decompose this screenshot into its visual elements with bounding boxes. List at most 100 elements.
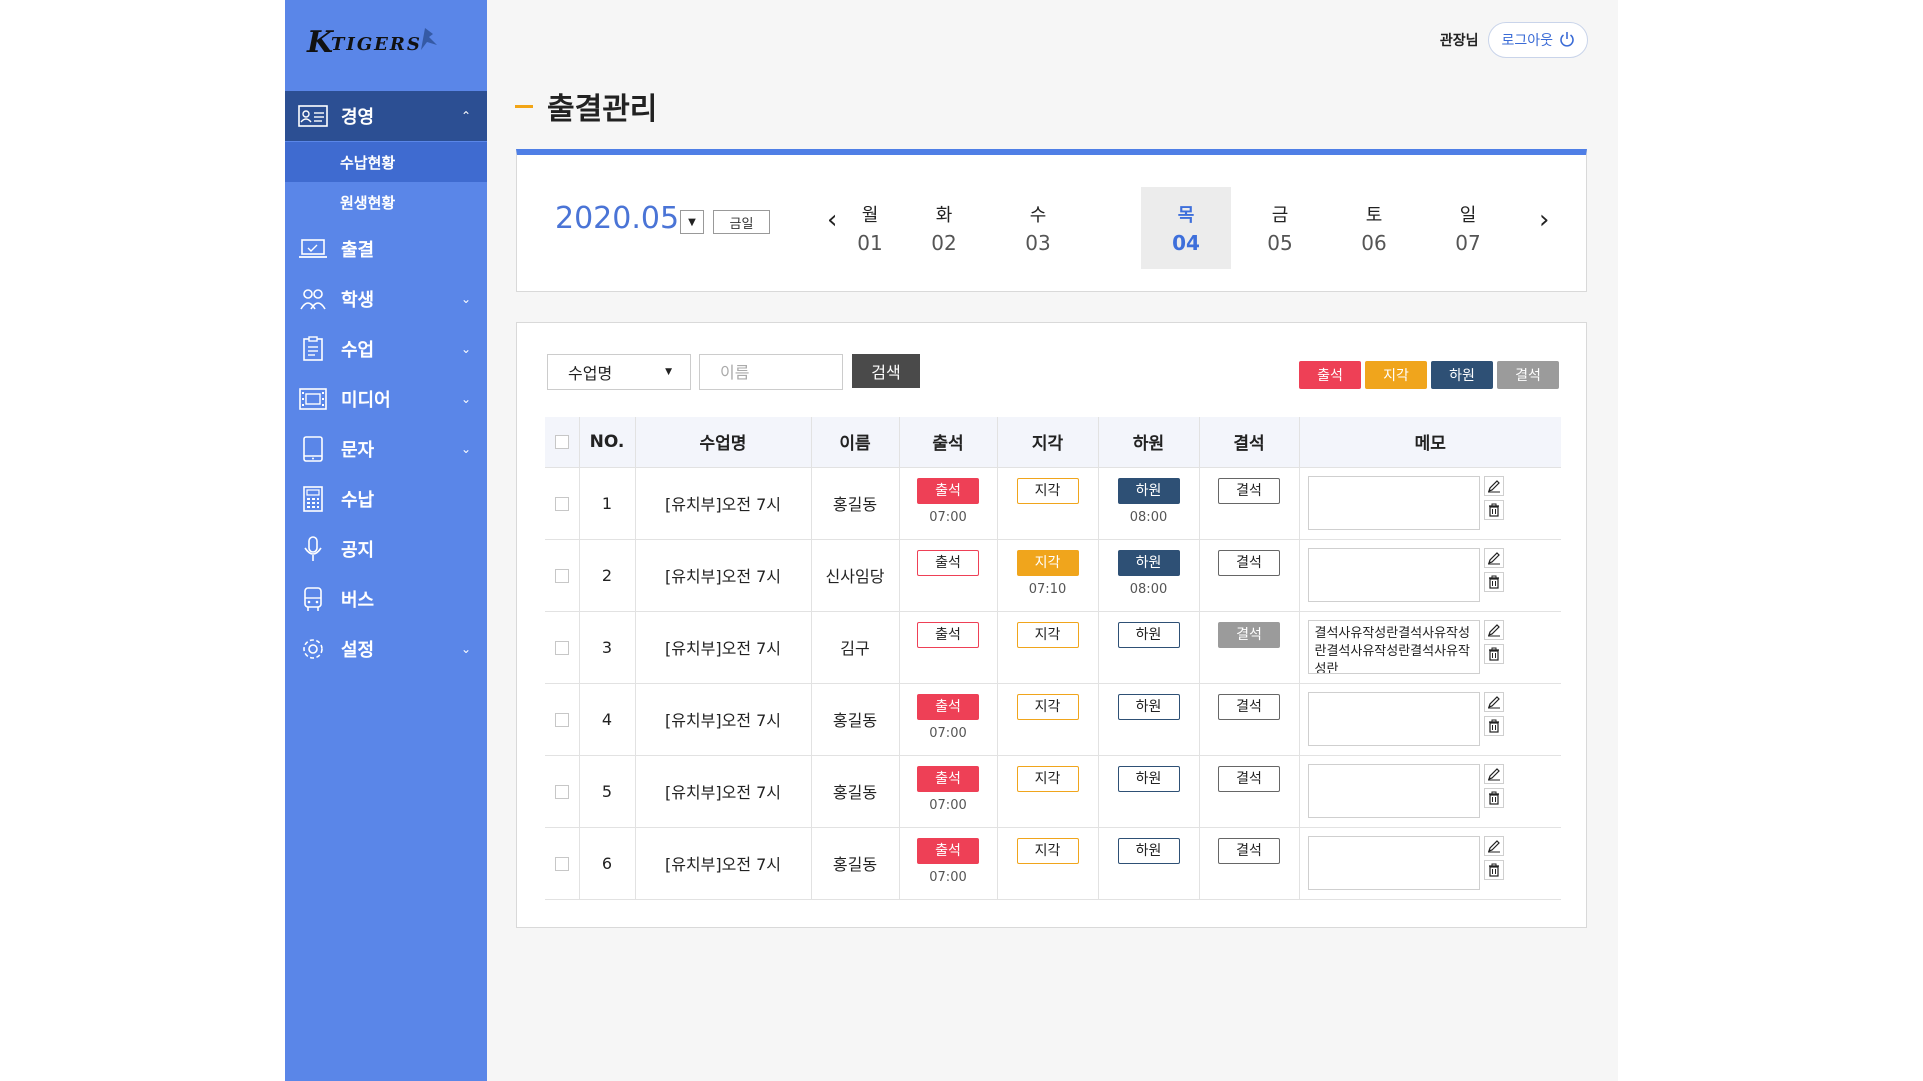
attend-cell: 출석 07:00 [899,755,998,828]
day-number: 03 [1025,231,1051,255]
day-number: 02 [931,231,957,255]
leave-button[interactable]: 하원 [1117,477,1180,504]
column-header: 출석 [899,417,998,468]
today-button[interactable]: 금일 [713,210,770,234]
late-button[interactable]: 지각 [1016,765,1079,792]
logout-button[interactable]: 로그아웃 [1488,22,1588,58]
row-checkbox-cell [545,539,580,612]
day-cell[interactable]: 화 02 [899,187,989,269]
row-checkbox[interactable] [554,497,569,511]
logout-label: 로그아웃 [1501,32,1553,48]
leave-cell: 하원 [1098,683,1200,756]
sidebar-item-payment[interactable]: 수납 [285,474,487,524]
sidebar-item-settings[interactable]: 설정 ⌄ [285,624,487,674]
brand-logo[interactable]: K TIGERS [305,18,465,66]
attend-button[interactable]: 출석 [917,549,979,576]
attend-button[interactable]: 출석 [917,621,979,648]
memo-field[interactable] [1307,691,1480,746]
absent-button[interactable]: 결석 [1218,549,1280,576]
day-cell[interactable]: 토 06 [1329,187,1419,269]
sidebar-item-notice[interactable]: 공지 [285,524,487,574]
edit-icon[interactable] [1483,691,1504,712]
late-button[interactable]: 지각 [1016,837,1079,864]
absent-button[interactable]: 결석 [1218,837,1280,864]
day-cell[interactable]: 일 07 [1423,187,1513,269]
class-select[interactable]: 수업명 ▼ [547,354,691,390]
sidebar-item-label: 수납 [341,490,375,511]
absent-button[interactable]: 결석 [1218,621,1280,648]
sidebar-subitem-payment-status[interactable]: 수납현황 [285,142,487,182]
edit-icon[interactable] [1483,475,1504,496]
class-name: [유치부]오전 7시 [635,827,812,900]
row-checkbox[interactable] [554,569,569,583]
trash-icon[interactable] [1483,787,1504,808]
name-search-input[interactable] [699,354,843,390]
late-button[interactable]: 지각 [1016,477,1079,504]
sidebar-item-classes[interactable]: 수업 ⌄ [285,324,487,374]
sidebar-item-label: 문자 [341,440,375,461]
day-of-week: 수 [1029,205,1047,226]
sidebar-item-management[interactable]: 경영 ⌃ [285,91,487,141]
chevron-down-icon: ⌄ [460,442,471,456]
edit-icon[interactable] [1483,547,1504,568]
row-checkbox[interactable] [554,785,569,799]
month-dropdown[interactable]: ▼ [680,210,704,234]
trash-icon[interactable] [1483,859,1504,880]
edit-icon[interactable] [1483,835,1504,856]
student-name: 김구 [811,611,900,684]
sidebar-item-label: 버스 [341,590,375,611]
sidebar-item-students[interactable]: 학생 ⌄ [285,274,487,324]
late-button[interactable]: 지각 [1016,621,1079,648]
day-cell[interactable]: 수 03 [993,187,1083,269]
memo-field[interactable] [1307,547,1480,602]
memo-field[interactable] [1307,763,1480,818]
sidebar-item-attendance[interactable]: 출결 [285,224,487,274]
sidebar-item-label: 학생 [341,290,375,311]
leave-button[interactable]: 하원 [1117,549,1180,576]
sidebar-item-bus[interactable]: 버스 [285,574,487,624]
title-accent [515,104,533,108]
day-cell[interactable]: 금 05 [1235,187,1325,269]
sidebar-item-media[interactable]: 미디어 ⌄ [285,374,487,424]
trash-icon[interactable] [1483,643,1504,664]
absent-button[interactable]: 결석 [1218,765,1280,792]
sidebar-item-sms[interactable]: 문자 ⌄ [285,424,487,474]
sidebar-item-label: 공지 [341,540,375,561]
memo-cell [1299,467,1561,540]
leave-button[interactable]: 하원 [1117,765,1180,792]
day-cell-selected[interactable]: 목 04 [1141,187,1231,269]
attendance-table: NO. 수업명 이름 출석 지각 하원 결석 메모 1 [유치부]오전 7시 홍길동… [545,417,1561,900]
memo-field[interactable] [1307,475,1480,530]
attend-button[interactable]: 출석 [917,837,979,864]
select-all-checkbox[interactable] [554,434,569,449]
memo-field[interactable] [1307,835,1480,890]
late-button[interactable]: 지각 [1016,693,1079,720]
leave-button[interactable]: 하원 [1117,621,1180,648]
chevron-down-icon: ⌄ [460,392,471,406]
absent-cell: 결석 [1199,683,1300,756]
edit-icon[interactable] [1483,763,1504,784]
next-week-button[interactable]: › [1539,205,1549,235]
absent-button[interactable]: 결석 [1218,477,1280,504]
trash-icon[interactable] [1483,499,1504,520]
row-checkbox[interactable] [554,641,569,655]
trash-icon[interactable] [1483,571,1504,592]
leave-button[interactable]: 하원 [1117,837,1180,864]
late-button[interactable]: 지각 [1016,549,1079,576]
absent-button[interactable]: 결석 [1218,693,1280,720]
caret-down-icon: ▼ [688,216,696,228]
memo-field[interactable]: 결석사유작성란결석사유작성란결석사유작성란결석사유작성란 [1307,619,1480,674]
id-card-icon [297,103,329,129]
search-button[interactable]: 검색 [852,354,920,388]
attend-button[interactable]: 출석 [917,477,979,504]
attend-button[interactable]: 출석 [917,765,979,792]
attend-button[interactable]: 출석 [917,693,979,720]
trash-icon[interactable] [1483,715,1504,736]
sidebar-subitem-student-status[interactable]: 원생현황 [285,182,487,222]
tablet-icon [297,436,329,462]
edit-icon[interactable] [1483,619,1504,640]
row-checkbox[interactable] [554,713,569,727]
row-checkbox[interactable] [554,857,569,871]
late-cell: 지각 07:10 [997,539,1099,612]
leave-button[interactable]: 하원 [1117,693,1180,720]
